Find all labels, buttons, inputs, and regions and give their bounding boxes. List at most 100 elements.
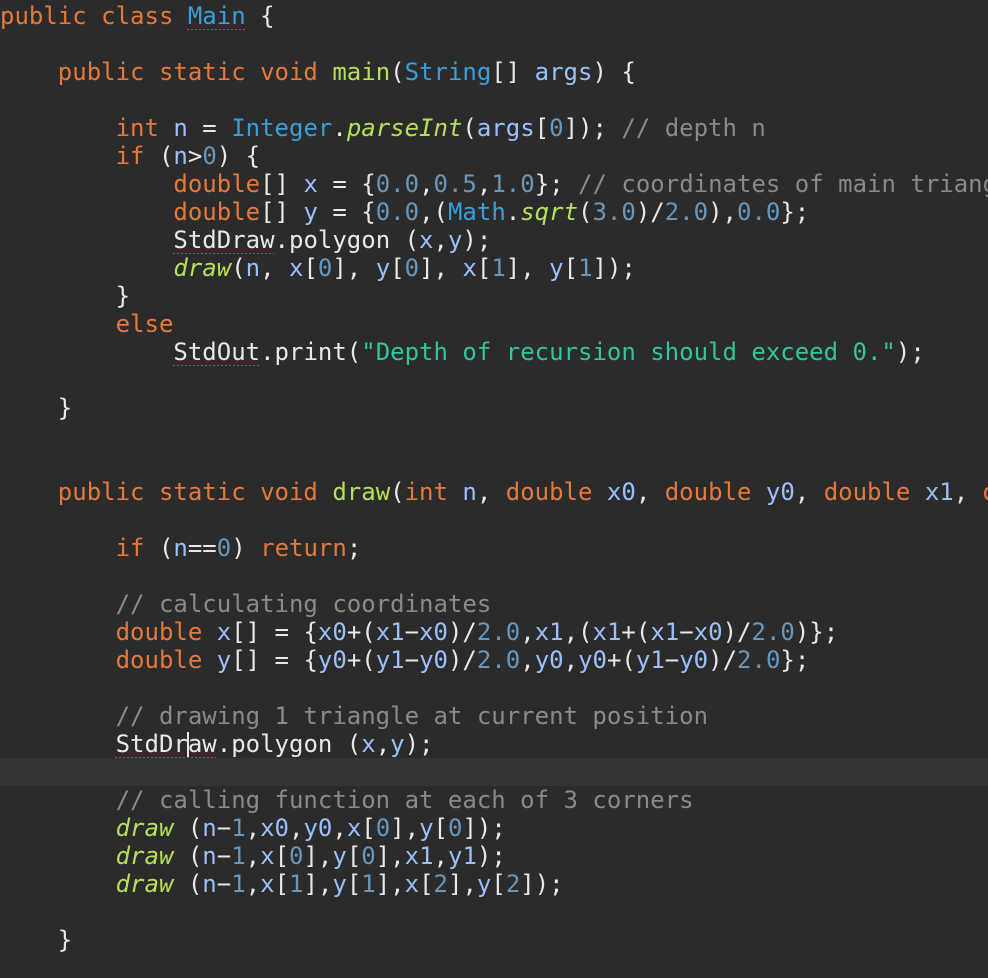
code-token: ( — [578, 198, 593, 226]
code-token: , — [245, 842, 261, 870]
code-line[interactable]: double[] x = {0.0,0.5,1.0}; // coordinat… — [0, 170, 988, 198]
code-token: draw — [115, 870, 174, 898]
code-token: x0 — [419, 618, 448, 646]
code-token: [] — [260, 170, 304, 198]
code-token: , — [476, 478, 506, 506]
code-token: [ — [361, 814, 376, 842]
code-line[interactable]: if (n==0) return; — [0, 534, 988, 562]
unresolved-symbol-token: Main — [187, 2, 246, 30]
code-token: 1 — [578, 254, 593, 282]
code-line[interactable]: public static void main(String[] args) { — [0, 58, 988, 86]
code-line[interactable]: int n = Integer.parseInt(args[0]); // de… — [0, 114, 988, 142]
code-token: x — [346, 814, 362, 842]
code-line[interactable]: StdDraw.polygon (x,y); — [0, 226, 988, 254]
code-token: , — [245, 870, 261, 898]
code-token: y — [303, 198, 318, 226]
current-code-line[interactable] — [0, 758, 988, 786]
code-token: 3.0 — [592, 198, 636, 226]
code-line[interactable]: draw (n−1,x[1],y[1],x[2],y[2]); — [0, 870, 988, 898]
code-token: x1 — [375, 618, 405, 646]
code-line[interactable]: StdDraw.polygon (x,y); — [0, 730, 988, 758]
code-line[interactable]: // calculating coordinates — [0, 590, 988, 618]
code-line[interactable]: } — [0, 926, 988, 954]
code-token: − — [216, 842, 232, 870]
code-token: , — [419, 170, 434, 198]
code-line[interactable]: double x[] = {x0+(x1−x0)/2.0,x1,(x1+(x1−… — [0, 618, 988, 646]
code-token: ], — [505, 254, 550, 282]
code-token: int — [404, 478, 463, 506]
code-token: [ — [390, 254, 405, 282]
code-token: − — [664, 646, 680, 674]
code-token: String — [404, 58, 492, 86]
code-token: ) — [231, 534, 261, 562]
code-line[interactable] — [0, 422, 988, 450]
code-token: ], — [332, 254, 376, 282]
code-line[interactable]: } — [0, 282, 988, 310]
code-token: 2 — [433, 870, 448, 898]
code-token: } — [0, 394, 73, 422]
code-token: 0 — [448, 814, 463, 842]
code-token: ]); — [462, 814, 506, 842]
code-line[interactable]: } — [0, 394, 988, 422]
code-line[interactable]: public static void draw(int n, double x0… — [0, 478, 988, 506]
code-token: n — [245, 254, 261, 282]
code-token: 0 — [289, 842, 304, 870]
code-token: x1 — [592, 618, 622, 646]
code-line[interactable]: draw (n−1,x0,y0,x[0],y[0]); — [0, 814, 988, 842]
code-token: x1 — [650, 618, 680, 646]
code-line[interactable]: if (n>0) { — [0, 142, 988, 170]
code-token: == — [187, 534, 217, 562]
code-line[interactable]: // drawing 1 triangle at current positio… — [0, 702, 988, 730]
code-line[interactable]: StdOut.print("Depth of recursion should … — [0, 338, 988, 366]
code-line[interactable]: draw(n, x[0], y[0], x[1], y[1]); — [0, 254, 988, 282]
code-token: x0 — [606, 478, 636, 506]
code-token: y — [332, 842, 347, 870]
code-line[interactable] — [0, 898, 988, 926]
code-line[interactable] — [0, 30, 988, 58]
code-token: }; — [780, 646, 810, 674]
code-token: ]); — [592, 254, 636, 282]
code-token: // calculating coordinates — [115, 590, 492, 618]
code-editor[interactable]: public class Main { public static void m… — [0, 0, 988, 978]
code-line[interactable]: else — [0, 310, 988, 338]
code-line[interactable] — [0, 674, 988, 702]
code-token: sqrt — [520, 198, 579, 226]
code-token: ( — [390, 58, 405, 86]
code-line[interactable]: double y[] = {y0+(y1−y0)/2.0,y0,y0+(y1−y… — [0, 646, 988, 674]
code-token: n — [173, 114, 188, 142]
code-token: +( — [621, 618, 651, 646]
code-token: public class — [0, 2, 188, 30]
code-token: x — [216, 618, 232, 646]
code-line[interactable] — [0, 366, 988, 394]
code-token: 2.0 — [476, 646, 521, 674]
code-line[interactable] — [0, 86, 988, 114]
code-token: if — [115, 534, 145, 562]
code-line[interactable] — [0, 562, 988, 590]
code-line[interactable]: double[] y = {0.0,(Math.sqrt(3.0)/2.0),0… — [0, 198, 988, 226]
code-token: }; — [534, 170, 579, 198]
code-token: , — [520, 646, 535, 674]
code-line[interactable]: public class Main { — [0, 2, 988, 30]
code-token: )/ — [722, 618, 752, 646]
code-token: [ — [476, 254, 492, 282]
code-line[interactable] — [0, 450, 988, 478]
code-token: , — [563, 646, 579, 674]
unresolved-symbol-token: StdOut — [173, 338, 261, 366]
code-token: x0 — [693, 618, 723, 646]
code-token: ], — [303, 870, 333, 898]
code-line[interactable] — [0, 506, 988, 534]
code-token: [ — [346, 870, 362, 898]
code-token: y — [447, 226, 463, 254]
code-token: ], — [375, 870, 405, 898]
code-line[interactable]: draw (n−1,x[0],y[0],x1,y1); — [0, 842, 988, 870]
code-line[interactable]: // calling function at each of 3 corners — [0, 786, 988, 814]
code-token: y — [476, 870, 492, 898]
code-token: ( — [173, 870, 203, 898]
code-token: .polygon ( — [216, 730, 362, 758]
code-token: draw — [173, 254, 232, 282]
code-token: 0 — [375, 814, 391, 842]
code-token: y1 — [635, 646, 665, 674]
